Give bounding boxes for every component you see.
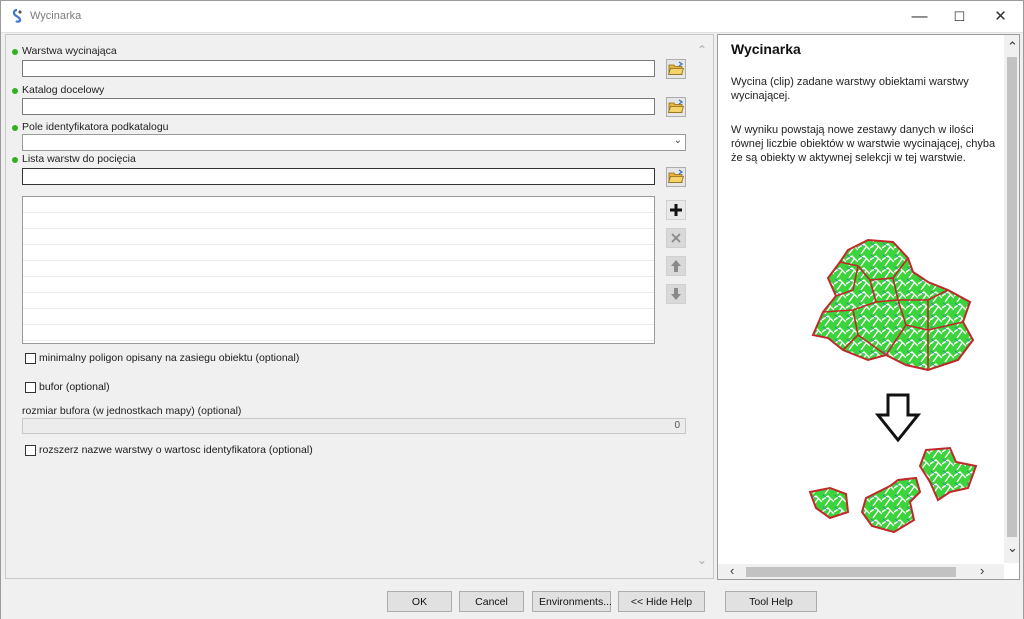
list-item[interactable] <box>23 245 654 261</box>
remove-icon <box>671 233 681 243</box>
folder-open-icon <box>667 169 685 183</box>
subdir-id-field-label: Pole identyfikatora podkatalogu <box>22 121 169 133</box>
browse-output-dir-button[interactable] <box>666 97 686 117</box>
tool-help-button[interactable]: Tool Help <box>725 591 817 612</box>
extend-name-label: rozszerz nazwe warstwy o wartosc identyf… <box>39 444 313 456</box>
list-item[interactable] <box>23 325 654 341</box>
close-icon[interactable]: ✕ <box>978 1 1023 32</box>
required-indicator-icon <box>12 49 18 55</box>
minimize-icon[interactable]: — <box>897 1 942 32</box>
layers-to-clip-label: Lista warstw do pocięcia <box>22 153 136 165</box>
scrollbar-thumb[interactable] <box>1007 57 1017 537</box>
move-down-button[interactable] <box>666 284 686 304</box>
buffer-size-label: rozmiar bufora (w jednostkach mapy) (opt… <box>22 405 242 417</box>
maximize-icon[interactable]: ☐ <box>937 1 982 32</box>
layers-to-clip-input[interactable] <box>22 168 655 185</box>
folder-open-icon <box>667 99 685 113</box>
chevron-down-icon: ⌄ <box>673 135 682 146</box>
move-up-icon <box>671 260 681 272</box>
required-indicator-icon <box>12 125 18 131</box>
chevron-up-icon[interactable]: ⌃ <box>697 43 707 57</box>
buffer-label: bufor (optional) <box>39 381 110 393</box>
list-item[interactable] <box>23 229 654 245</box>
extend-name-checkbox[interactable] <box>25 445 36 456</box>
tool-dialog: Wycinarka — ☐ ✕ Warstwa wycinająca Katal… <box>0 0 1024 619</box>
help-paragraph-1: Wycina (clip) zadane warstwy obiektami w… <box>731 76 969 102</box>
clip-layer-label: Warstwa wycinająca <box>22 45 117 57</box>
help-paragraph-2: W wyniku powstają nowe zestawy danych w … <box>731 124 996 164</box>
subdir-id-field-select[interactable]: ⌄ <box>22 134 686 151</box>
chevron-left-icon[interactable]: ‹ <box>730 563 734 578</box>
chevron-right-icon[interactable]: › <box>980 563 984 578</box>
hide-help-button[interactable]: << Hide Help <box>618 591 705 612</box>
ok-button[interactable]: OK <box>387 591 452 612</box>
chevron-down-icon[interactable]: ⌄ <box>697 553 707 567</box>
add-icon <box>670 204 682 216</box>
list-item[interactable] <box>23 277 654 293</box>
list-item[interactable] <box>23 261 654 277</box>
app-icon <box>12 9 22 23</box>
required-indicator-icon <box>12 88 18 94</box>
browse-clip-layer-button[interactable] <box>666 59 686 79</box>
move-up-button[interactable] <box>666 256 686 276</box>
buffer-checkbox[interactable] <box>25 382 36 393</box>
button-bar: OK Cancel Environments... << Hide Help T… <box>1 581 1023 619</box>
output-dir-input[interactable] <box>22 98 655 115</box>
remove-layer-button[interactable] <box>666 228 686 248</box>
help-panel: Wycinarka Wycina (clip) zadane warstwy o… <box>717 34 1020 580</box>
help-vertical-scrollbar[interactable]: ⌃ ⌄ <box>1004 35 1019 563</box>
clip-illustration-image <box>808 238 978 534</box>
layers-list[interactable] <box>22 196 655 344</box>
buffer-size-input[interactable]: 0 <box>22 418 686 434</box>
clip-layer-input[interactable] <box>22 60 655 77</box>
chevron-up-icon[interactable]: ⌃ <box>1007 39 1018 55</box>
list-item[interactable] <box>23 197 654 213</box>
environments-button[interactable]: Environments... <box>532 591 612 612</box>
required-indicator-icon <box>12 157 18 163</box>
min-polygon-checkbox[interactable] <box>25 353 36 364</box>
help-title: Wycinarka <box>731 41 801 57</box>
output-dir-label: Katalog docelowy <box>22 84 105 96</box>
list-item[interactable] <box>23 293 654 309</box>
cancel-button[interactable]: Cancel <box>459 591 524 612</box>
help-horizontal-scrollbar[interactable]: ‹ › <box>718 563 1004 579</box>
add-layer-button[interactable] <box>666 200 686 220</box>
chevron-down-icon[interactable]: ⌄ <box>1007 540 1018 556</box>
folder-open-icon <box>667 61 685 75</box>
list-item[interactable] <box>23 213 654 229</box>
parameters-scrollbar[interactable]: ⌃ ⌄ <box>695 37 711 577</box>
min-polygon-label: minimalny poligon opisany na zasiegu obi… <box>39 352 300 364</box>
parameters-panel: Warstwa wycinająca Katalog docelowy Pole… <box>5 34 714 579</box>
scrollbar-thumb[interactable] <box>746 567 956 577</box>
move-down-icon <box>671 288 681 300</box>
browse-layers-button[interactable] <box>666 167 686 187</box>
list-item[interactable] <box>23 309 654 325</box>
window-title: Wycinarka <box>30 10 82 22</box>
title-bar: Wycinarka — ☐ ✕ <box>1 1 1023 33</box>
